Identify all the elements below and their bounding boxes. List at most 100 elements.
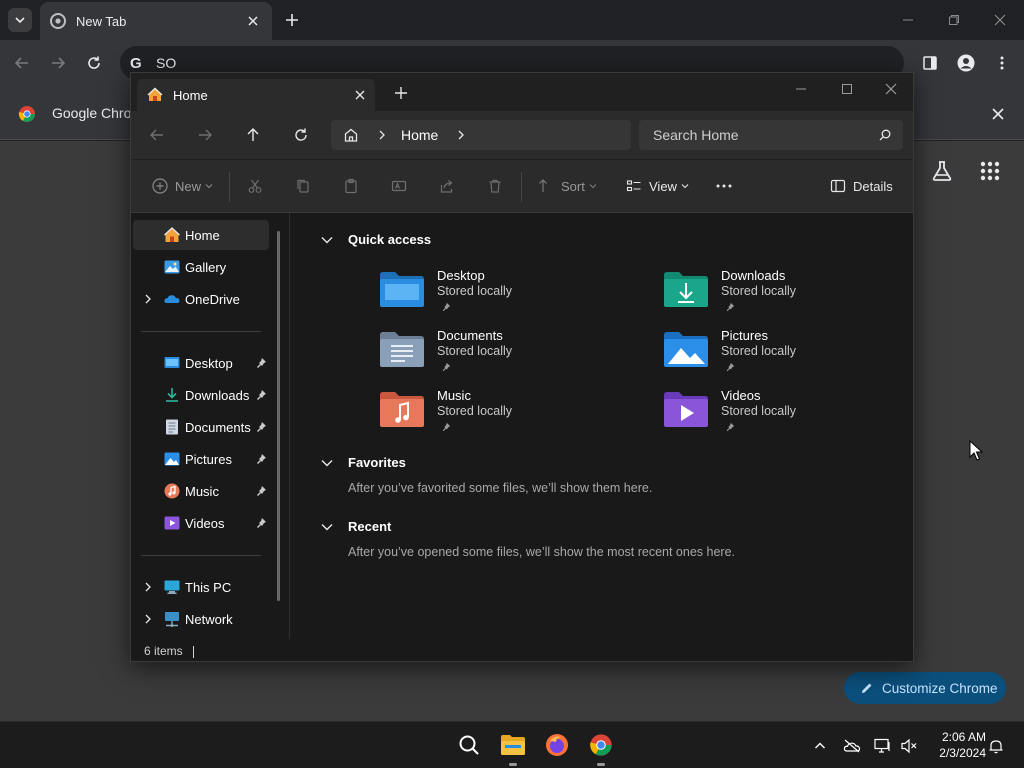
explorer-up-button[interactable]: [243, 125, 263, 145]
forward-button[interactable]: [46, 51, 70, 75]
sidebar-item-desktop[interactable]: Desktop: [133, 348, 269, 378]
side-panel-button[interactable]: [918, 51, 942, 75]
paste-button[interactable]: [342, 177, 360, 195]
profile-button[interactable]: [954, 51, 978, 75]
chevron-right-icon[interactable]: [143, 614, 153, 624]
customize-chrome-button[interactable]: Customize Chrome: [844, 672, 1006, 704]
pin-icon[interactable]: [255, 485, 267, 497]
explorer-close-button[interactable]: [881, 79, 901, 99]
onedrive-tray-button[interactable]: [842, 736, 862, 756]
explorer-minimize-button[interactable]: [791, 79, 811, 99]
chevron-right-icon[interactable]: [143, 294, 153, 304]
pin-icon[interactable]: [255, 421, 267, 433]
item-location: Stored locally: [721, 344, 797, 358]
command-separator: [229, 172, 230, 202]
cut-button[interactable]: [246, 177, 264, 195]
sidebar-item-videos[interactable]: Videos: [133, 508, 269, 538]
explorer-address-bar[interactable]: Home: [331, 120, 631, 150]
infobar-text: Google Chron: [52, 105, 140, 121]
pin-icon[interactable]: [255, 453, 267, 465]
new-tab-button[interactable]: [282, 10, 302, 30]
chevron-right-icon[interactable]: [143, 582, 153, 592]
infobar-close-button[interactable]: [988, 104, 1008, 124]
pin-icon[interactable]: [255, 389, 267, 401]
sidebar-item-network[interactable]: Network: [133, 604, 269, 634]
recent-empty-hint: After you’ve opened some files, we’ll sh…: [348, 545, 736, 559]
explorer-refresh-button[interactable]: [291, 125, 311, 145]
explorer-forward-button[interactable]: [195, 125, 215, 145]
quick-access-item-documents[interactable]: Documents Stored locally: [379, 328, 639, 386]
quick-access-item-desktop[interactable]: Desktop Stored locally: [379, 268, 639, 326]
favorites-empty-hint: After you’ve favorited some files, we’ll…: [348, 481, 653, 495]
sidebar-item-onedrive[interactable]: OneDrive: [133, 284, 269, 314]
show-hidden-icons-button[interactable]: [810, 736, 830, 756]
taskbar-search-button[interactable]: [454, 730, 484, 760]
sort-button[interactable]: Sort: [537, 177, 597, 195]
system-clock[interactable]: 2:06 AM 2/3/2024: [926, 729, 986, 761]
quick-access-item-music[interactable]: Music Stored locally: [379, 388, 639, 446]
sidebar-item-this-pc[interactable]: This PC: [133, 572, 269, 602]
sidebar-item-music[interactable]: Music: [133, 476, 269, 506]
chevron-right-icon[interactable]: [456, 130, 466, 140]
close-tab-button[interactable]: [244, 12, 262, 30]
chevron-down-icon: [681, 184, 689, 189]
quick-access-item-downloads[interactable]: Downloads Stored locally: [663, 268, 913, 326]
explorer-title-bar: Home: [131, 73, 913, 111]
breadcrumb-home[interactable]: Home: [401, 127, 438, 143]
quick-access-item-videos[interactable]: Videos Stored locally: [663, 388, 913, 446]
pin-icon: [442, 302, 451, 312]
sidebar-item-label: Home: [185, 227, 220, 243]
quick-access-item-pictures[interactable]: Pictures Stored locally: [663, 328, 913, 386]
network-tray-button[interactable]: [873, 736, 893, 756]
chrome-restore-button[interactable]: [944, 10, 964, 30]
delete-button[interactable]: [486, 177, 504, 195]
back-button[interactable]: [10, 51, 34, 75]
google-apps-icon[interactable]: [980, 161, 1000, 181]
plus-icon[interactable]: [393, 85, 409, 101]
explorer-maximize-button[interactable]: [837, 79, 857, 99]
chrome-tab-new-tab[interactable]: New Tab: [40, 2, 272, 40]
new-button[interactable]: New: [151, 177, 213, 195]
taskbar-firefox[interactable]: [542, 730, 572, 760]
explorer-search-input[interactable]: Search Home: [639, 120, 903, 150]
pin-icon[interactable]: [255, 357, 267, 369]
details-button[interactable]: Details: [829, 177, 893, 195]
chrome-close-button[interactable]: [990, 10, 1010, 30]
sidebar-item-home[interactable]: Home: [133, 220, 269, 250]
sidebar-scrollbar[interactable]: [277, 231, 280, 601]
home-outline-icon: [344, 128, 358, 142]
reload-button[interactable]: [82, 51, 106, 75]
pin-icon: [442, 362, 451, 372]
rename-button[interactable]: [390, 177, 408, 195]
close-tab-button[interactable]: [355, 88, 365, 103]
tab-search-button[interactable]: [8, 8, 32, 32]
chevron-down-icon: [589, 184, 597, 189]
explorer-tab-home[interactable]: Home: [137, 79, 375, 111]
taskbar-file-explorer[interactable]: [498, 730, 528, 766]
sidebar-item-pictures[interactable]: Pictures: [133, 444, 269, 474]
share-button[interactable]: [438, 177, 456, 195]
explorer-back-button[interactable]: [147, 125, 167, 145]
chrome-minimize-button[interactable]: [898, 10, 918, 30]
chrome-menu-button[interactable]: [990, 51, 1014, 75]
item-location: Stored locally: [437, 284, 513, 298]
sidebar-item-gallery[interactable]: Gallery: [133, 252, 269, 282]
taskbar-chrome[interactable]: [586, 730, 616, 766]
labs-flask-icon[interactable]: [930, 159, 954, 183]
clock-date: 2/3/2024: [939, 746, 986, 760]
recent-header[interactable]: Recent: [320, 519, 391, 534]
sidebar-item-downloads[interactable]: Downloads: [133, 380, 269, 410]
notifications-button[interactable]: [986, 736, 1006, 756]
copy-button[interactable]: [294, 177, 312, 195]
quick-access-header[interactable]: Quick access: [320, 232, 431, 247]
volume-tray-button[interactable]: [899, 736, 919, 756]
favorites-header[interactable]: Favorites: [320, 455, 406, 470]
sidebar-item-documents[interactable]: Documents: [133, 412, 269, 442]
pin-icon[interactable]: [255, 517, 267, 529]
item-count: 6 items: [144, 644, 183, 658]
file-explorer-window: Home Home Search Home New Sort View Deta…: [130, 72, 914, 662]
pictures-folder-icon: [164, 452, 180, 466]
network-icon: [165, 612, 179, 627]
view-button[interactable]: View: [625, 177, 689, 195]
see-more-button[interactable]: [715, 177, 733, 195]
